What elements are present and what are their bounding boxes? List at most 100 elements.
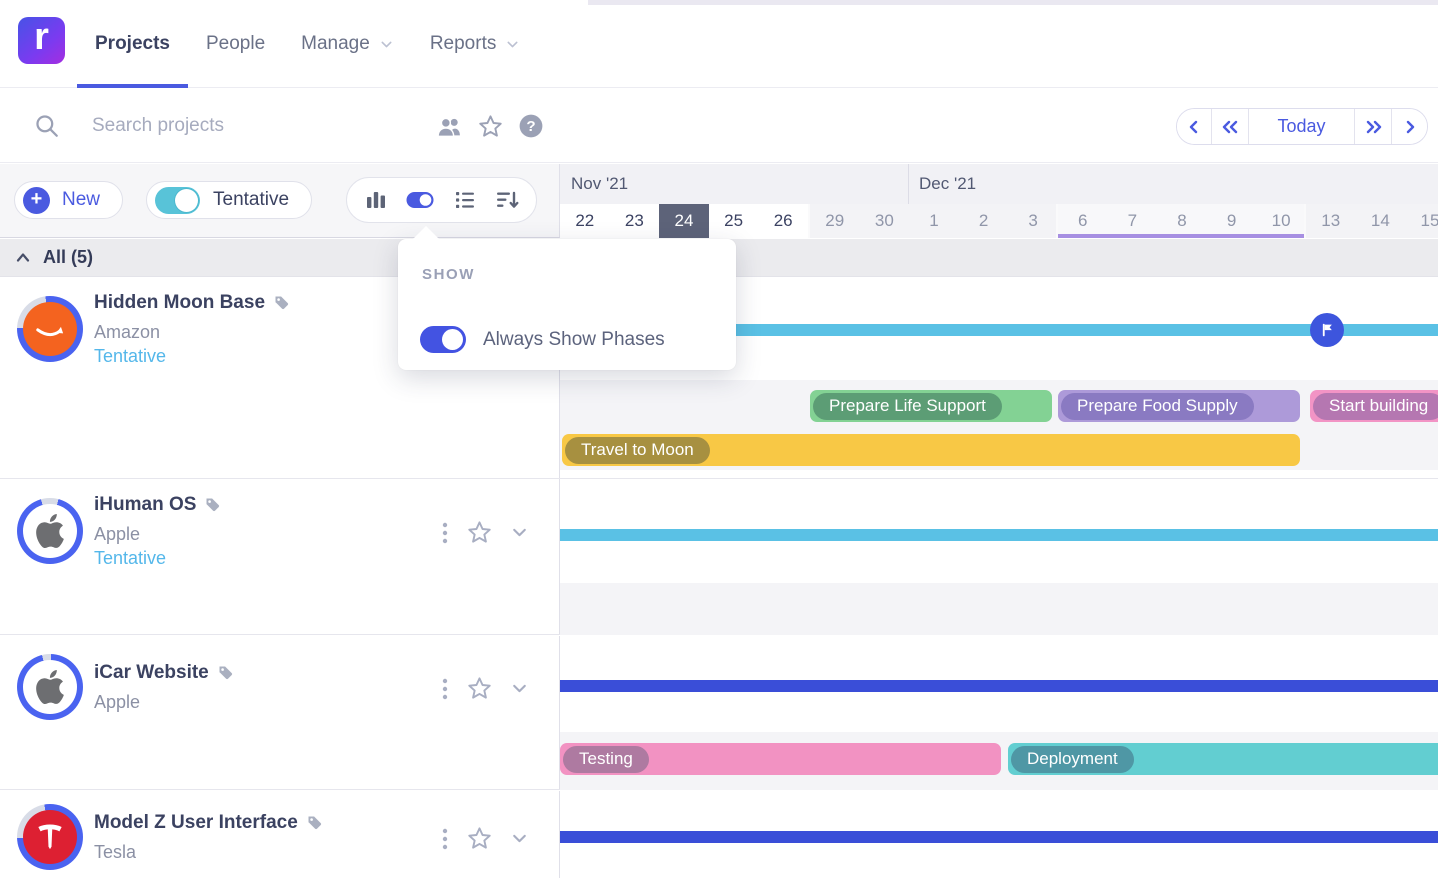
project-title[interactable]: Model Z User Interface (94, 812, 323, 834)
row-favorite-button[interactable] (466, 825, 493, 852)
always-show-phases-toggle[interactable]: Always Show Phases (420, 326, 665, 353)
new-button-label: New (62, 189, 100, 211)
phase-bar-prepare-life-support[interactable]: Prepare Life Support (810, 390, 1052, 422)
help-button[interactable]: ? (518, 113, 544, 139)
project-name: Hidden Moon Base (94, 292, 265, 314)
phase-bar-travel-to-moon[interactable]: Travel to Moon (562, 434, 1300, 466)
row-actions (441, 675, 529, 702)
week-group: 29 30 1 2 3 (808, 204, 1056, 238)
project-avatar-apple[interactable] (17, 654, 83, 720)
phase-bar-prepare-food-supply[interactable]: Prepare Food Supply (1058, 390, 1300, 422)
popover-notch (412, 226, 440, 240)
row-expand-button[interactable] (510, 829, 529, 848)
chevron-down-icon (510, 679, 529, 698)
project-name: iCar Website (94, 662, 209, 684)
project-info-cell: iHuman OS Apple Tentative (0, 479, 560, 634)
nav-tab-people-label: People (206, 33, 265, 55)
app-window: r Projects People Manage Reports (0, 0, 1438, 878)
nav-tab-projects[interactable]: Projects (77, 0, 188, 88)
project-status: Tentative (94, 548, 166, 569)
bar-chart-icon (364, 188, 388, 212)
phases-strip (560, 583, 1438, 635)
people-filter-button[interactable] (436, 115, 463, 138)
project-avatar-apple[interactable] (17, 498, 83, 564)
row-favorite-button[interactable] (466, 519, 493, 546)
search-icon (34, 113, 60, 139)
phase-label: Start building (1313, 393, 1438, 420)
project-timeline-bar[interactable] (560, 831, 1438, 843)
row-expand-button[interactable] (510, 523, 529, 542)
chevron-down-icon (510, 523, 529, 542)
phase-bar-testing[interactable]: Testing (560, 743, 1001, 775)
project-title[interactable]: iHuman OS (94, 494, 221, 516)
week-group: 22 23 24 25 26 (560, 204, 808, 238)
day-cell: 1 (909, 204, 959, 238)
row-menu-button[interactable] (441, 521, 449, 545)
nav-tab-reports-label: Reports (430, 33, 497, 55)
tag-icon (307, 815, 323, 831)
timeline-next-button[interactable] (1392, 109, 1427, 144)
nav-tab-people[interactable]: People (188, 0, 283, 88)
sort-button[interactable] (495, 188, 519, 212)
phases-strip: Prepare Life Support Prepare Food Supply… (560, 380, 1438, 470)
phase-label: Prepare Life Support (813, 393, 1002, 420)
week-group-highlighted: 6 7 8 9 10 (1056, 204, 1304, 238)
timeline-next-fast-button[interactable] (1355, 109, 1392, 144)
week-group: 13 14 15 (1304, 204, 1438, 238)
day-cell: 6 (1058, 204, 1108, 238)
list-view-button[interactable] (453, 188, 477, 212)
search-filter-icons: ? (436, 89, 544, 163)
day-cell: 23 (610, 204, 660, 238)
projects-toolbar: + New Tentative (0, 164, 560, 238)
project-name: iHuman OS (94, 494, 196, 516)
day-cell: 9 (1207, 204, 1257, 238)
sort-descending-icon (495, 188, 519, 212)
project-title[interactable]: iCar Website (94, 662, 234, 684)
row-menu-button[interactable] (441, 827, 449, 851)
apple-logo (23, 660, 77, 714)
project-row-icar-website: Testing Deployment iCar Website Apple (0, 636, 1438, 790)
project-timeline-bar[interactable] (560, 680, 1438, 692)
project-info-cell: Model Z User Interface Tesla (0, 791, 560, 878)
search-input[interactable] (92, 105, 412, 147)
view-options-group (346, 177, 537, 223)
chart-view-button[interactable] (364, 188, 388, 212)
row-favorite-button[interactable] (466, 675, 493, 702)
timeline-prev-fast-button[interactable] (1212, 109, 1249, 144)
milestone-flag[interactable] (1310, 313, 1344, 347)
day-cell: 22 (560, 204, 610, 238)
month-label-nov: Nov '21 (571, 174, 628, 194)
phase-bar-start-building[interactable]: Start building (1310, 390, 1438, 422)
gantt-lane (560, 479, 1438, 634)
row-expand-button[interactable] (510, 679, 529, 698)
project-title[interactable]: Hidden Moon Base (94, 292, 290, 314)
tentative-toggle-button[interactable]: Tentative (146, 181, 312, 219)
project-client: Apple (94, 524, 140, 545)
project-timeline-bar[interactable] (560, 529, 1438, 541)
display-options-button[interactable] (406, 191, 434, 209)
row-menu-button[interactable] (441, 677, 449, 701)
timeline-navigation: Today (1176, 108, 1428, 145)
toggle-on-icon (406, 191, 434, 209)
nav-tab-manage[interactable]: Manage (283, 0, 412, 88)
project-avatar-tesla[interactable] (17, 804, 83, 870)
project-avatar-amazon[interactable] (17, 296, 83, 362)
phase-bar-deployment[interactable]: Deployment (1008, 743, 1438, 775)
kebab-menu-icon (441, 521, 449, 545)
kebab-menu-icon (441, 677, 449, 701)
day-cell: 8 (1157, 204, 1207, 238)
window-edge-strip (588, 0, 1438, 5)
app-logo[interactable]: r (18, 17, 65, 64)
help-icon: ? (518, 113, 544, 139)
nav-tab-reports[interactable]: Reports (412, 0, 539, 88)
day-cell: 7 (1108, 204, 1158, 238)
project-row-ihuman-os: iHuman OS Apple Tentative (0, 479, 1438, 635)
tag-icon (274, 295, 290, 311)
project-row-model-z: Model Z User Interface Tesla (0, 791, 1438, 878)
today-button[interactable]: Today (1249, 109, 1355, 144)
new-project-button[interactable]: + New (14, 181, 123, 219)
toggle-label: Always Show Phases (483, 329, 665, 351)
timeline-prev-button[interactable] (1177, 109, 1212, 144)
star-icon (466, 825, 493, 852)
favorites-filter-button[interactable] (477, 113, 504, 140)
